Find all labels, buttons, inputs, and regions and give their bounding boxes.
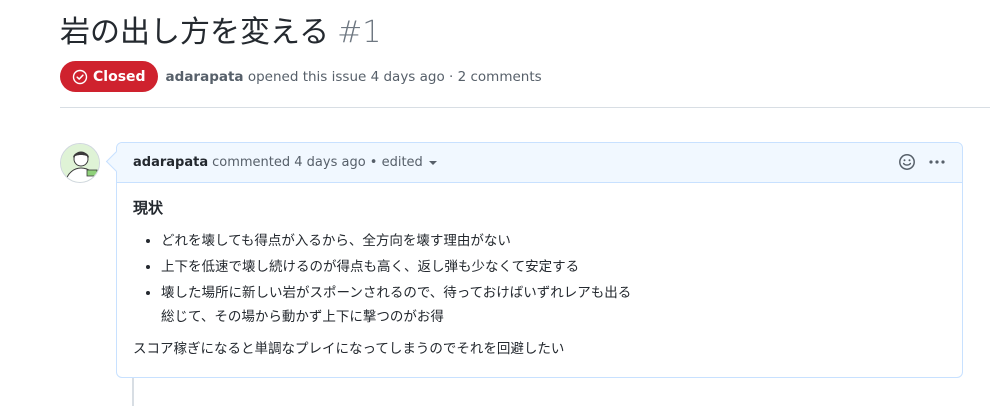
state-label: Closed xyxy=(93,68,146,85)
comment-body: 現状 どれを壊しても得点が入るから、全方向を壊す理由がない 上下を低速で壊し続け… xyxy=(117,183,962,361)
list-item-continuation: 総じて、その場から動かず上下に撃つのがお得 xyxy=(161,309,444,325)
timeline-line xyxy=(132,378,134,406)
issue-title-text: 岩の出し方を変える xyxy=(60,15,330,50)
list-item: 上下を低速で壊し続けるのが得点も高く、返し弾も少なくて安定する xyxy=(161,255,946,279)
comment-paragraph: スコア稼ぎになると単調なプレイになってしまうのでそれを回避したい xyxy=(133,341,565,357)
issue-title: 岩の出し方を変える #1 xyxy=(60,12,381,54)
header-divider xyxy=(60,107,990,108)
issue-meta-detail: opened this issue 4 days ago · 2 comment… xyxy=(247,68,542,85)
list-item: どれを壊しても得点が入るから、全方向を壊す理由がない xyxy=(161,229,946,253)
issue-author-link[interactable]: adarapata xyxy=(166,69,244,85)
issue-number: #1 xyxy=(337,15,382,50)
comment-heading: 現状 xyxy=(133,199,164,217)
smiley-icon[interactable] xyxy=(898,153,916,171)
avatar[interactable] xyxy=(60,143,100,183)
kebab-icon[interactable] xyxy=(928,153,946,171)
closed-check-icon xyxy=(72,69,88,84)
avatar-illustration xyxy=(61,144,99,182)
bullet-list: どれを壊しても得点が入るから、全方向を壊す理由がない 上下を低速で壊し続けるのが… xyxy=(133,229,946,329)
comment-actions xyxy=(898,153,946,171)
state-badge: Closed xyxy=(60,61,158,92)
comment-meta[interactable]: commented 4 days ago • edited xyxy=(212,155,423,170)
issue-meta-text: adarapata opened this issue 4 days ago ·… xyxy=(166,69,542,85)
caret-down-icon[interactable] xyxy=(428,160,437,165)
list-item-text: 壊した場所に新しい岩がスポーンされるので、待っておけばいずれレアも出る xyxy=(161,285,632,301)
comment-box: adarapata commented 4 days ago • edited … xyxy=(116,142,963,378)
issue-meta: Closed adarapata opened this issue 4 day… xyxy=(60,61,542,92)
list-item: 壊した場所に新しい岩がスポーンされるので、待っておけばいずれレアも出る 総じて、… xyxy=(161,281,946,329)
comment-header: adarapata commented 4 days ago • edited xyxy=(117,143,962,183)
comment-author-link[interactable]: adarapata xyxy=(133,155,208,170)
